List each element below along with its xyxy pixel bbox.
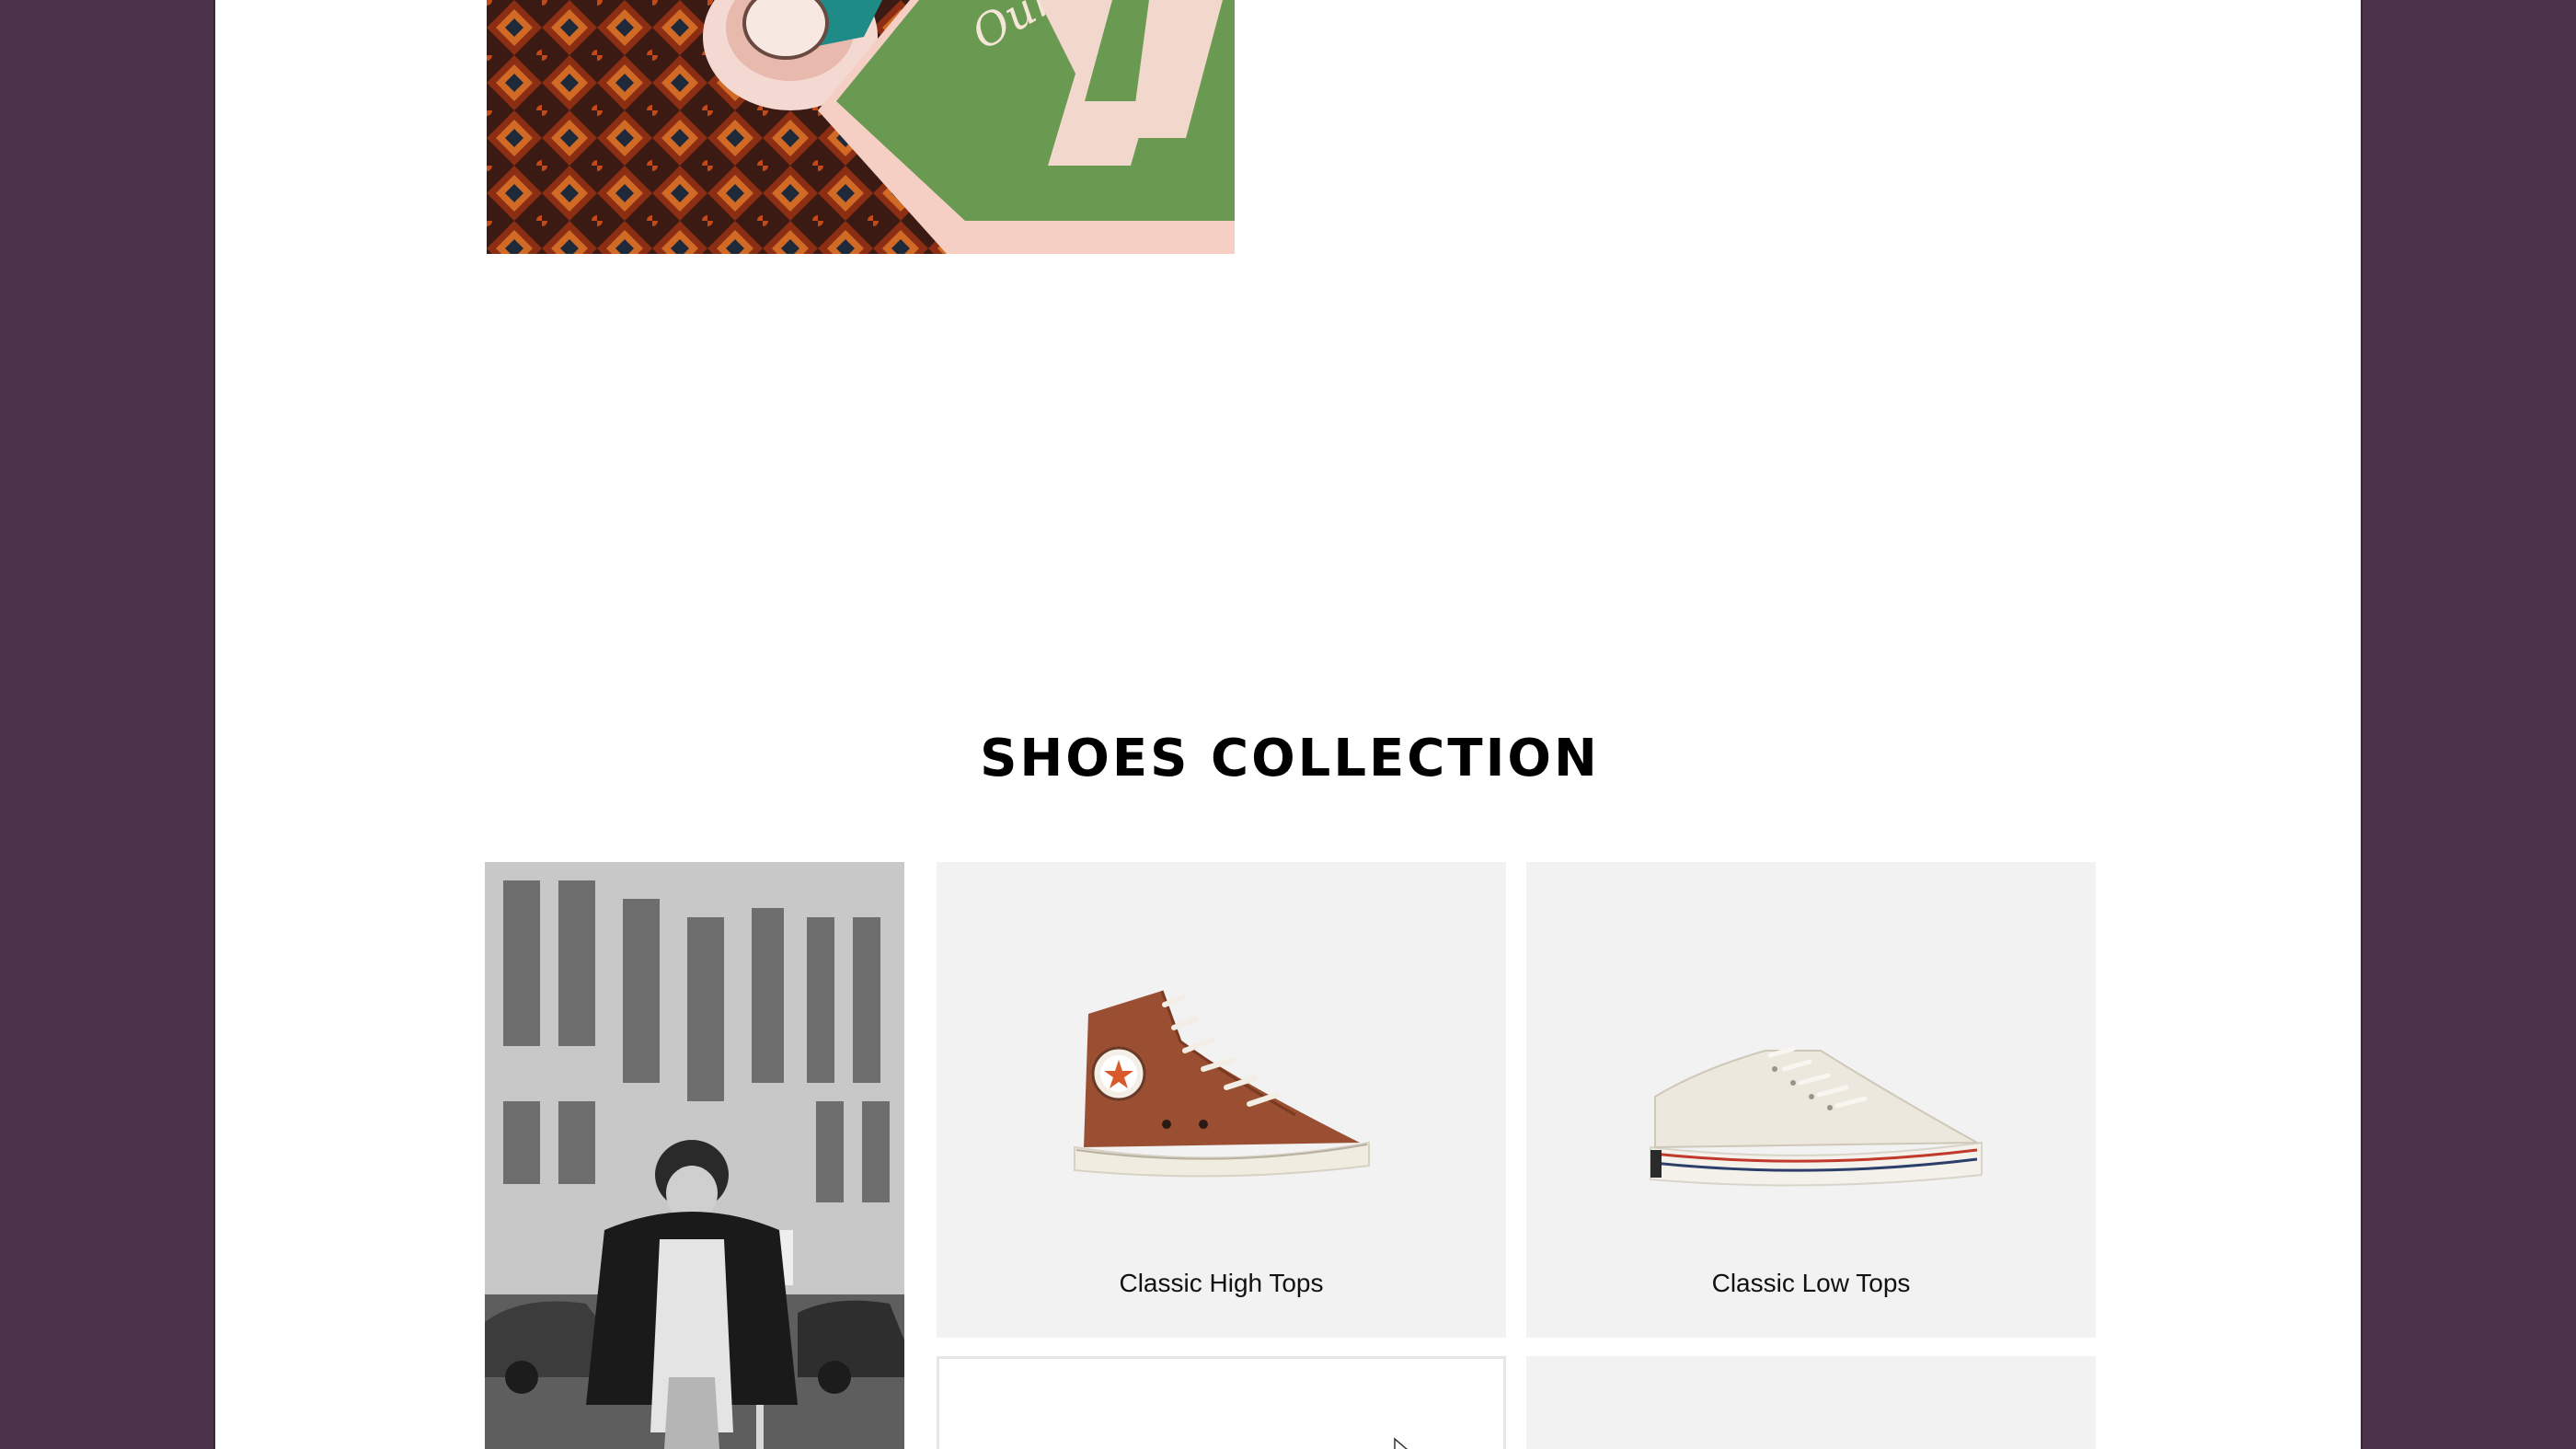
arrow-cursor-icon <box>1394 1437 1408 1449</box>
high-top-sneaker-image <box>1074 990 1370 1178</box>
product-name[interactable]: Classic High Tops <box>937 1269 1506 1298</box>
page-content: Our SHOES COLLECTION Classic High Tops C… <box>213 0 2363 1449</box>
product-card-high-tops[interactable]: Classic High Tops <box>937 862 1506 1338</box>
product-card[interactable] <box>937 1356 1506 1449</box>
hero-image: Our <box>487 0 1235 254</box>
low-top-sneaker-image <box>1650 1046 1983 1187</box>
product-card[interactable] <box>1526 1356 2096 1449</box>
lifestyle-photo <box>485 862 904 1449</box>
product-name[interactable]: Classic Low Tops <box>1526 1269 2096 1298</box>
product-card-low-tops[interactable]: Classic Low Tops <box>1526 862 2096 1338</box>
section-title: SHOES COLLECTION <box>980 729 1600 788</box>
